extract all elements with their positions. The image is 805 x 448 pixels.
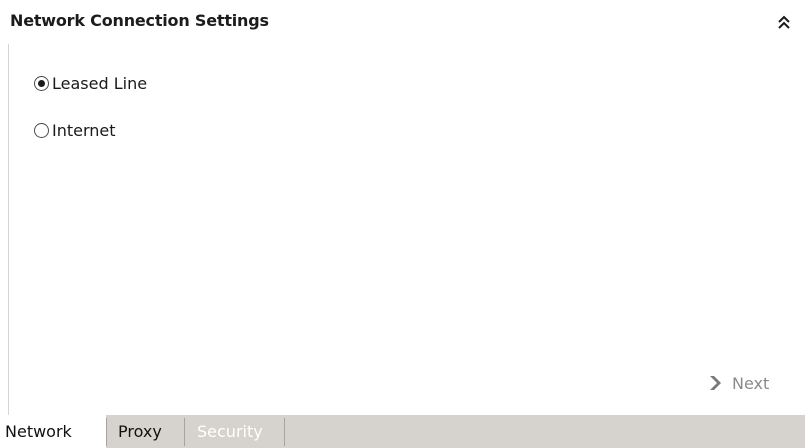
tab-separator: [284, 418, 285, 446]
tab-security: Security: [197, 422, 263, 441]
leased-line-label: Leased Line: [52, 73, 148, 93]
panel-title: Network Connection Settings: [10, 11, 269, 30]
chevron-right-icon: [710, 376, 721, 390]
leased-line-radio[interactable]: [34, 75, 49, 91]
panel-header: Network Connection Settings: [0, 0, 805, 44]
panel-left-border: [8, 44, 9, 415]
double-chevron-up-icon: [778, 15, 790, 29]
next-label: Next: [732, 373, 770, 393]
next-button[interactable]: Next: [706, 370, 769, 396]
tab-separator: [106, 418, 107, 446]
leased-line-radio-option[interactable]: Leased Line: [34, 71, 147, 95]
tab-network[interactable]: Network: [0, 415, 106, 448]
collapse-button[interactable]: [773, 10, 795, 34]
network-connection-settings-panel: Network Connection Settings Leased Line …: [0, 0, 805, 448]
tab-proxy[interactable]: Proxy: [113, 415, 181, 448]
tab-separator: [184, 418, 185, 446]
internet-radio-option[interactable]: Internet: [34, 118, 116, 142]
internet-radio[interactable]: [34, 122, 49, 138]
internet-label: Internet: [52, 120, 116, 140]
tab-bar: Network Proxy Security: [0, 415, 805, 448]
